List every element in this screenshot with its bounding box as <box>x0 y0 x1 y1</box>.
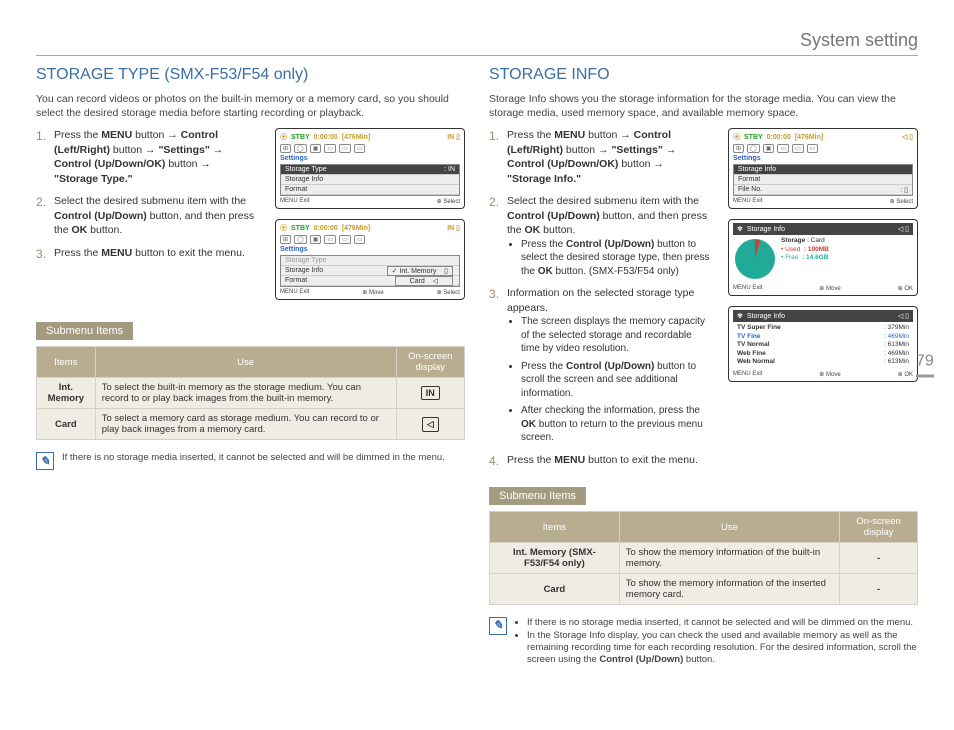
left-submenu-label: Submenu Items <box>36 322 133 340</box>
left-step-1: Press the MENU button → Control (Left/Ri… <box>36 128 257 186</box>
osd-card-icon: ◁ <box>422 417 439 432</box>
note-icon: ✎ <box>36 452 54 470</box>
page-number: 79 <box>916 353 934 378</box>
right-submenu-table: ItemsUseOn-screen display Int. Memory (S… <box>489 511 918 605</box>
left-note: ✎ If there is no storage media inserted,… <box>36 452 465 470</box>
left-heading: STORAGE TYPE (SMX-F53/F54 only) <box>36 66 465 84</box>
right-intro: Storage Info shows you the storage infor… <box>489 92 918 120</box>
right-submenu-label: Submenu Items <box>489 487 586 505</box>
right-step-4: Press the MENU button to exit the menu. <box>489 453 710 467</box>
lcd-storage-info-pie: ✾Storage Info◁ ▯ Storage : Card • Used :… <box>728 219 918 296</box>
left-step-2: Select the desired submenu item with the… <box>36 194 257 237</box>
right-step-2: Select the desired submenu item with the… <box>489 194 710 278</box>
right-note: ✎ If there is no storage media inserted,… <box>489 617 918 666</box>
lcd-storage-type-options: ⦿STBY 0:00:00 [476Min]IN ▯ ⊞◯▣▭▭▭ Settin… <box>275 219 465 300</box>
page-title: System setting <box>36 30 918 56</box>
left-submenu-table: ItemsUseOn-screen display Int. Memory To… <box>36 346 465 440</box>
right-column: STORAGE INFO Storage Info shows you the … <box>489 66 918 667</box>
right-step-3: Information on the selected storage type… <box>489 286 710 444</box>
pie-chart-icon <box>735 239 775 279</box>
lcd-storage-info-menu: ⦿STBY 0:00:00 [476Min]◁ ▯ ⊞◯▣▭▭▭ Setting… <box>728 128 918 209</box>
left-step-3: Press the MENU button to exit the menu. <box>36 246 257 260</box>
right-heading: STORAGE INFO <box>489 66 918 84</box>
left-intro: You can record videos or photos on the b… <box>36 92 465 120</box>
osd-int-memory-icon: IN <box>421 386 440 400</box>
left-column: STORAGE TYPE (SMX-F53/F54 only) You can … <box>36 66 465 667</box>
lcd-storage-info-times: ✾Storage Info◁ ▯ TV Super Fine: 379Min T… <box>728 306 918 381</box>
note-icon: ✎ <box>489 617 507 635</box>
right-step-1: Press the MENU button → Control (Left/Ri… <box>489 128 710 186</box>
lcd-storage-type: ⦿STBY 0:00:00 [476Min]IN ▯ ⊞◯▣▭▭▭ Settin… <box>275 128 465 209</box>
